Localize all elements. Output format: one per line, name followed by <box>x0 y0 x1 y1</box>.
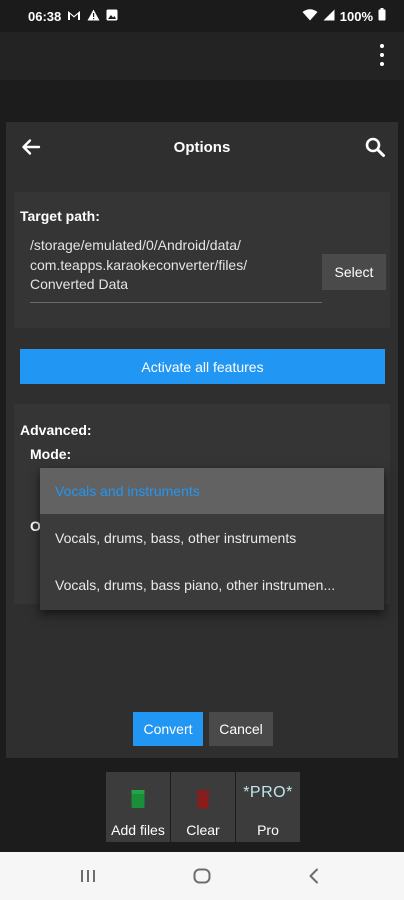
overflow-menu-icon[interactable] <box>376 44 388 66</box>
target-path-card: Target path: /storage/emulated/0/Android… <box>14 192 390 328</box>
clear-button[interactable]: Clear <box>171 772 235 842</box>
system-nav-bar <box>0 852 404 900</box>
advanced-label: Advanced: <box>20 422 92 438</box>
pro-button[interactable]: *PRO* Pro <box>236 772 300 842</box>
mode-option[interactable]: Vocals, drums, bass piano, other instrum… <box>40 562 384 608</box>
home-icon[interactable] <box>193 868 211 889</box>
activate-all-features-button[interactable]: Activate all features <box>20 349 385 384</box>
recents-icon[interactable] <box>80 869 96 888</box>
pro-label: Pro <box>257 822 279 838</box>
dialog-title: Options <box>173 139 231 156</box>
bottom-toolbar: Add files Clear *PRO* Pro <box>0 770 404 852</box>
options-dialog: Options Target path: /storage/emulated/0… <box>6 122 398 758</box>
target-path-field[interactable]: /storage/emulated/0/Android/data/ com.te… <box>30 236 294 295</box>
select-button[interactable]: Select <box>322 254 386 290</box>
add-file-icon <box>131 788 145 810</box>
clear-label: Clear <box>186 822 220 838</box>
trash-icon <box>195 788 211 810</box>
cancel-button[interactable]: Cancel <box>209 712 273 746</box>
target-path-underline <box>30 302 322 303</box>
mode-option[interactable]: Vocals, drums, bass, other instruments <box>40 515 384 561</box>
pro-badge: *PRO* <box>243 784 293 801</box>
add-files-button[interactable]: Add files <box>106 772 170 842</box>
alert-icon <box>87 9 100 24</box>
image-icon <box>106 9 118 24</box>
add-files-label: Add files <box>111 822 165 838</box>
mode-label: Mode: <box>30 446 72 462</box>
status-bar: 06:38 100% <box>0 0 404 32</box>
dialog-header: Options <box>6 122 398 174</box>
mode-dropdown: Vocals and instruments Vocals, drums, ba… <box>40 468 384 610</box>
app-bar <box>0 32 404 80</box>
convert-button[interactable]: Convert <box>133 712 203 746</box>
nav-back-icon[interactable] <box>308 868 320 889</box>
signal-icon <box>323 9 335 24</box>
gmail-icon <box>67 9 81 24</box>
target-path-label: Target path: <box>20 208 100 224</box>
mode-option[interactable]: Vocals and instruments <box>40 468 384 514</box>
battery-percent: 100% <box>339 8 373 24</box>
status-time: 06:38 <box>28 8 62 24</box>
search-icon[interactable] <box>364 136 386 158</box>
battery-icon <box>378 8 386 24</box>
wifi-icon <box>302 8 318 24</box>
